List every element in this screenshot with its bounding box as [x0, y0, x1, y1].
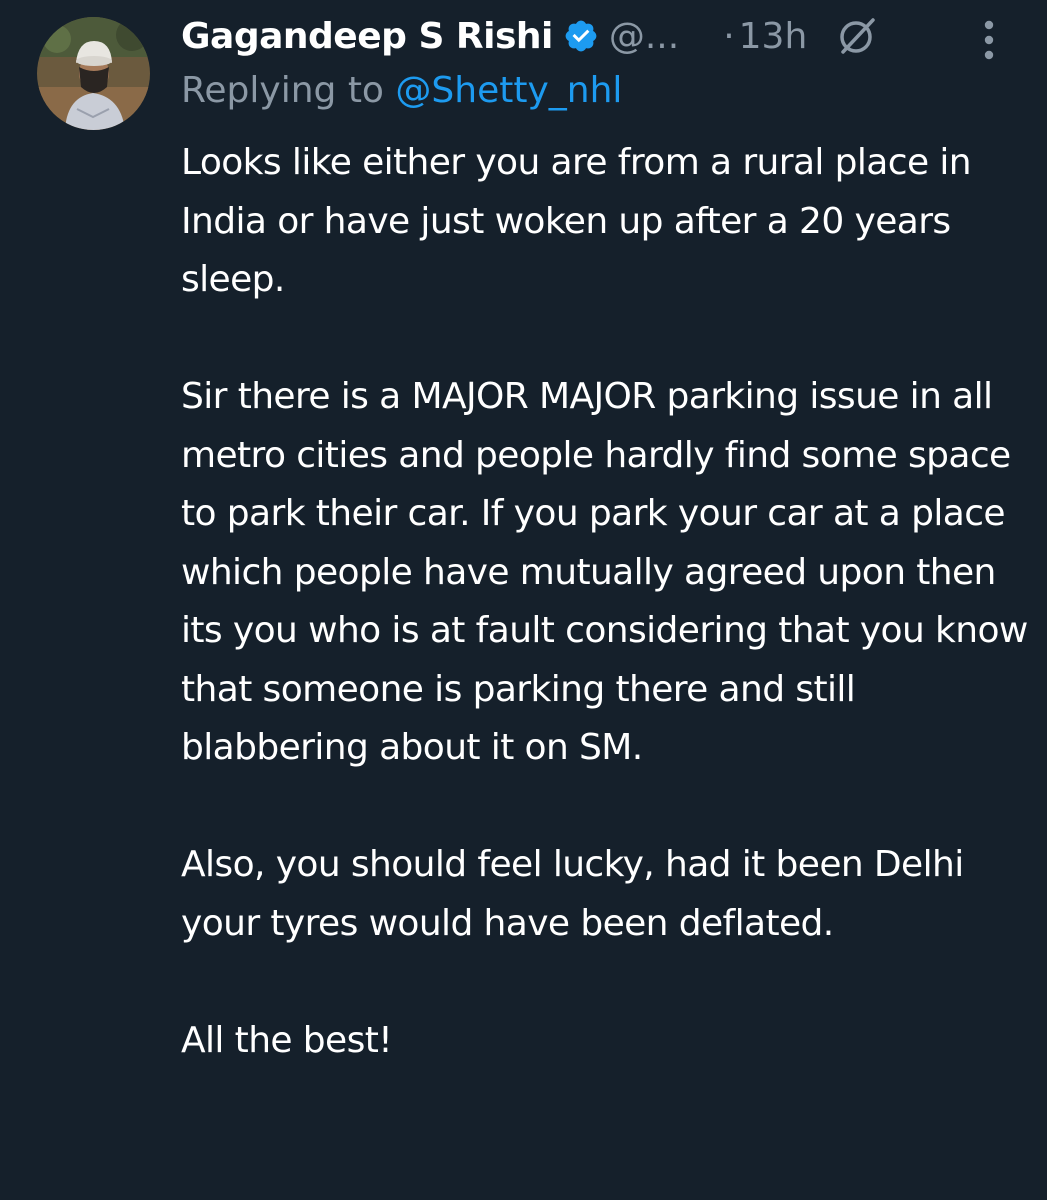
avatar[interactable] — [37, 17, 150, 130]
meta-separator: · — [723, 15, 735, 57]
author-handle[interactable]: @... — [609, 16, 679, 57]
display-name[interactable]: Gagandeep S Rishi — [181, 16, 553, 57]
tweet-paragraph: Sir there is a MAJOR MAJOR parking issue… — [181, 376, 1028, 768]
more-vertical-icon[interactable] — [976, 17, 1002, 63]
tweet-paragraph: Looks like either you are from a rural p… — [181, 142, 972, 300]
tweet-header: Gagandeep S Rishi @... · 13h — [181, 6, 1021, 66]
tweet-paragraph: Also, you should feel lucky, had it been… — [181, 844, 964, 944]
replying-to: Replying to @Shetty_nhl — [181, 70, 622, 111]
grok-icon[interactable] — [835, 14, 879, 58]
tweet[interactable]: Gagandeep S Rishi @... · 13h Replying to… — [0, 0, 1047, 1200]
tweet-text: Looks like either you are from a rural p… — [181, 134, 1031, 1070]
replying-to-label: Replying to — [181, 70, 384, 111]
avatar-photo — [37, 17, 150, 130]
timestamp[interactable]: 13h — [739, 16, 808, 57]
verified-badge-icon — [563, 18, 599, 54]
tweet-paragraph: All the best! — [181, 1019, 393, 1061]
reply-mention-link[interactable]: @Shetty_nhl — [395, 70, 622, 111]
